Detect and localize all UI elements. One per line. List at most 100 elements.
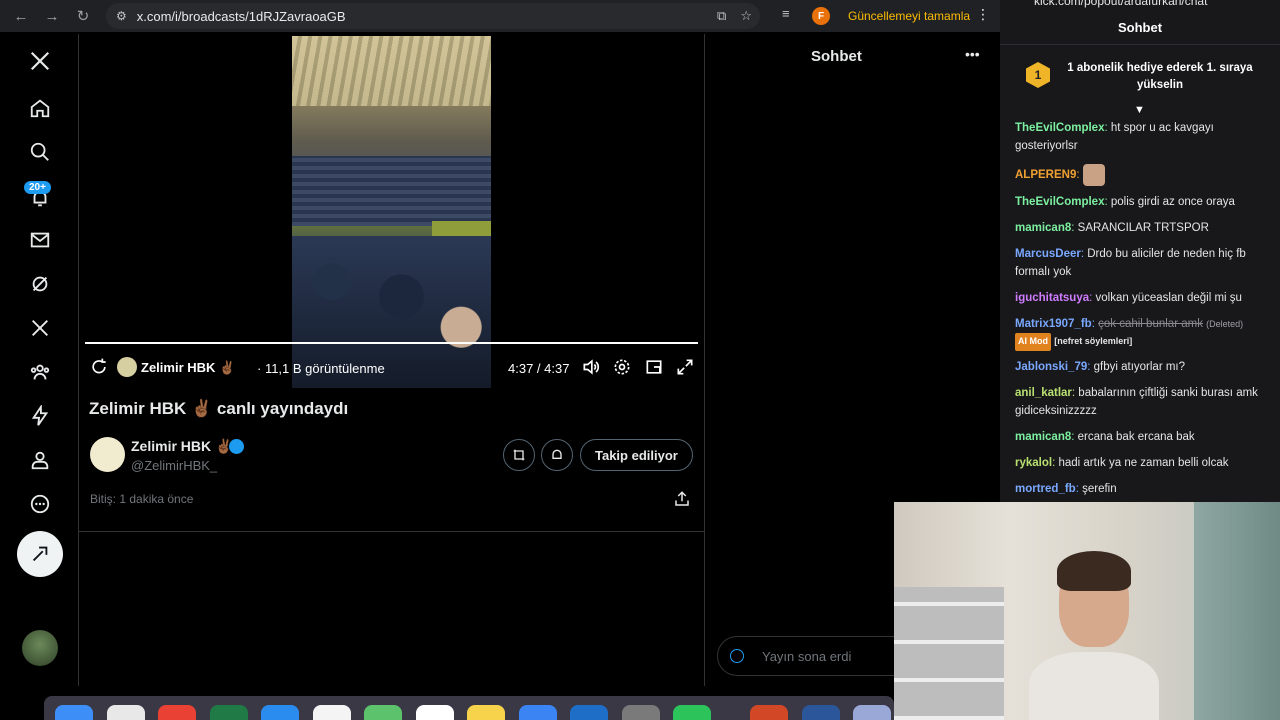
broadcast-title: Zelimir HBK ✌🏾 canlı yayındaydı bbox=[89, 399, 349, 418]
more-circle-icon[interactable] bbox=[22, 486, 58, 522]
outlook-icon[interactable] bbox=[570, 705, 608, 720]
chat-username[interactable]: Jablonski_79 bbox=[1015, 361, 1087, 373]
chat-username[interactable]: ALPEREN9 bbox=[1015, 169, 1076, 181]
maps-icon[interactable] bbox=[364, 705, 402, 720]
view-count: · 11,1 B görüntülenme bbox=[257, 361, 385, 376]
collapse-pinned-icon[interactable]: ▼ bbox=[1134, 104, 1145, 116]
chat-message-text: şerefin bbox=[1078, 482, 1117, 495]
fullscreen-icon[interactable] bbox=[675, 357, 695, 377]
deleted-label: (Deleted) bbox=[1206, 318, 1244, 329]
system-settings-icon[interactable] bbox=[622, 705, 660, 720]
kick-chat-message: Matrix1907_fb: çok cahil bunlar amk (Del… bbox=[1015, 316, 1270, 351]
emote-image bbox=[1082, 163, 1105, 186]
chat-username[interactable]: mortred_fb bbox=[1015, 483, 1076, 495]
app-store-icon[interactable] bbox=[519, 705, 557, 720]
kick-header-divider bbox=[1000, 44, 1280, 45]
video-player[interactable] bbox=[85, 36, 698, 388]
compose-post-button[interactable] bbox=[17, 531, 63, 577]
account-avatar[interactable] bbox=[22, 630, 58, 666]
volume-icon[interactable] bbox=[581, 357, 601, 377]
excel-icon[interactable] bbox=[210, 705, 248, 720]
chat-username[interactable]: anil_katlar bbox=[1015, 387, 1072, 399]
notify-button[interactable] bbox=[541, 439, 573, 471]
deleted-message-text: çok cahil bunlar amk bbox=[1098, 317, 1203, 330]
clip-button[interactable] bbox=[503, 439, 535, 471]
word-icon[interactable] bbox=[802, 705, 840, 720]
premium-x-icon[interactable] bbox=[22, 310, 58, 346]
chat-username[interactable]: iguchitatsuya bbox=[1015, 292, 1089, 304]
back-button[interactable]: ← bbox=[6, 1, 36, 31]
finder-icon[interactable] bbox=[55, 705, 93, 720]
rank-badge-icon: 1 bbox=[1026, 62, 1050, 88]
communities-icon[interactable] bbox=[22, 354, 58, 390]
chat-input-disabled: Yayın sona erdi bbox=[717, 636, 917, 676]
media-controls-icon[interactable]: ≡ bbox=[782, 6, 790, 21]
install-app-icon[interactable]: ⧉ bbox=[717, 8, 726, 24]
kick-chat-message: mamican8: ercana bak ercana bak bbox=[1015, 429, 1270, 447]
kick-chat-message: MarcusDeer: Drdo bu aliciler de neden hi… bbox=[1015, 246, 1270, 281]
ai-mod-tag: AI Mod bbox=[1015, 333, 1051, 351]
host-display-name[interactable]: Zelimir HBK ✌🏾 bbox=[131, 438, 232, 455]
forward-button[interactable]: → bbox=[37, 1, 67, 31]
site-settings-icon[interactable]: ⚙ bbox=[116, 9, 127, 23]
whatsapp-icon[interactable] bbox=[673, 705, 711, 720]
grok-icon[interactable] bbox=[22, 266, 58, 302]
following-button[interactable]: Takip ediliyor bbox=[580, 439, 693, 471]
dock-app-icon[interactable] bbox=[853, 705, 891, 720]
host-handle[interactable]: @ZelimirHBK_ bbox=[131, 458, 217, 473]
browser-toolbar: ← → ↻ ⚙ x.com/i/broadcasts/1dRJZavraoaGB… bbox=[0, 0, 1000, 32]
mail-icon[interactable] bbox=[261, 705, 299, 720]
messages-envelope-icon[interactable] bbox=[22, 222, 58, 258]
browser-menu-icon[interactable]: ⋮ bbox=[976, 6, 990, 23]
chat-message-text: SARANCILAR TRTSPOR bbox=[1074, 222, 1209, 234]
update-button[interactable]: Güncellemeyi tamamla bbox=[842, 5, 980, 27]
explore-search-icon[interactable] bbox=[22, 134, 58, 170]
kick-chat-title: Sohbet bbox=[1117, 20, 1163, 35]
chrome-icon[interactable] bbox=[158, 705, 196, 720]
profile-person-icon[interactable] bbox=[22, 442, 58, 478]
chat-username[interactable]: MarcusDeer bbox=[1015, 248, 1081, 260]
home-icon[interactable] bbox=[22, 90, 58, 126]
reload-button[interactable]: ↻ bbox=[68, 1, 98, 31]
video-frame[interactable] bbox=[292, 36, 491, 388]
kick-url: kick.com/popout/ardafurkan/chat bbox=[1034, 0, 1208, 8]
launchpad-icon[interactable] bbox=[107, 705, 145, 720]
share-icon[interactable] bbox=[673, 490, 691, 508]
settings-gear-icon[interactable] bbox=[612, 357, 632, 377]
clip-icon bbox=[513, 449, 525, 461]
ended-time: Bitiş: 1 dakika önce bbox=[90, 492, 194, 506]
host-avatar[interactable] bbox=[90, 437, 125, 472]
chat-username[interactable]: mamican8 bbox=[1015, 431, 1071, 443]
streamer-webcam-person bbox=[1029, 551, 1159, 720]
more-options-icon[interactable]: ••• bbox=[965, 46, 980, 62]
x-logo-icon[interactable] bbox=[22, 43, 58, 79]
gift-sub-promo[interactable]: 1 abonelik hediye ederek 1. sıraya yükse… bbox=[1060, 60, 1260, 94]
profile-avatar-button[interactable]: F bbox=[812, 7, 830, 25]
kick-chat-message: mortred_fb: şerefin bbox=[1015, 481, 1270, 499]
address-bar[interactable]: ⚙ x.com/i/broadcasts/1dRJZavraoaGB ⧉ ☆ bbox=[106, 3, 760, 29]
video-time: 4:37 / 4:37 bbox=[508, 361, 570, 376]
calendar-icon[interactable] bbox=[313, 705, 351, 720]
reminders-icon[interactable] bbox=[416, 705, 454, 720]
moderation-note: [nefret söylemleri] bbox=[1054, 336, 1133, 346]
bookmark-star-icon[interactable]: ☆ bbox=[740, 8, 752, 24]
video-controls: Zelimir HBK ✌🏾 · 11,1 B görüntülenme 4:3… bbox=[85, 352, 698, 382]
chat-username[interactable]: mamican8 bbox=[1015, 222, 1071, 234]
video-progress-bar[interactable] bbox=[85, 342, 698, 344]
notes-icon[interactable] bbox=[467, 705, 505, 720]
kick-chat-message: mamican8: SARANCILAR TRTSPOR bbox=[1015, 220, 1270, 238]
kick-message-list: TheEvilComplex: ht spor u ac kavgayı gos… bbox=[1015, 120, 1270, 507]
chat-username[interactable]: TheEvilComplex bbox=[1015, 196, 1104, 208]
powerpoint-icon[interactable] bbox=[750, 705, 788, 720]
chat-username[interactable]: rykalol bbox=[1015, 457, 1052, 469]
picture-in-picture-icon[interactable] bbox=[644, 357, 664, 377]
x-sidebar: 20+ bbox=[0, 34, 79, 686]
chat-username[interactable]: TheEvilComplex bbox=[1015, 122, 1104, 134]
replay-icon[interactable] bbox=[89, 357, 109, 377]
chat-message-text: gfbyi atıyorlar mı? bbox=[1090, 361, 1186, 373]
chat-message-text: hadi artık ya ne zaman belli olcak bbox=[1055, 456, 1229, 469]
chat-colon: : bbox=[1091, 317, 1095, 330]
host-name-overlay[interactable]: Zelimir HBK ✌🏾 bbox=[141, 360, 235, 376]
lightning-verified-orgs-icon[interactable] bbox=[22, 398, 58, 434]
chat-username[interactable]: Matrix1907_fb bbox=[1015, 318, 1092, 330]
